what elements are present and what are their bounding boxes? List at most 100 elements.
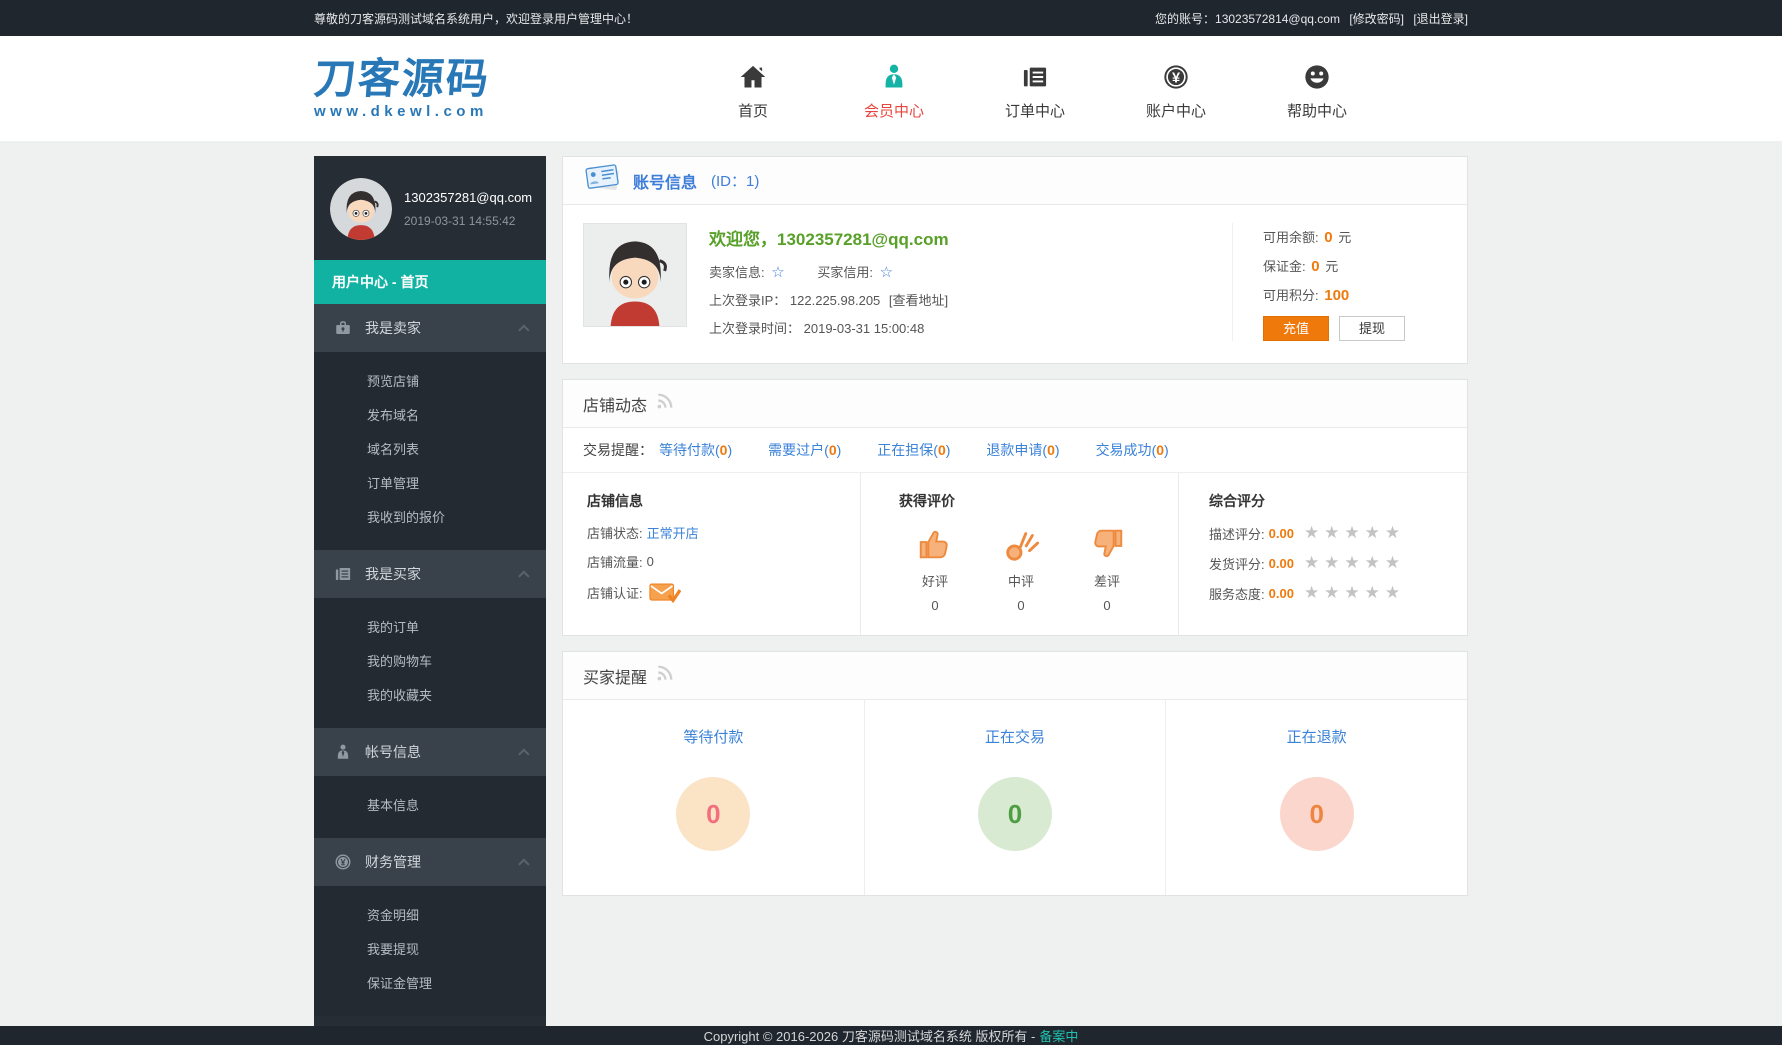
balance-value: 0 bbox=[1324, 229, 1332, 246]
rating-positive: 好评 0 bbox=[899, 523, 971, 613]
trade-reminder-row: 交易提醒： 等待付款(0) 需要过户(0) 正在担保(0) 退款申请(0) 交易… bbox=[563, 428, 1467, 473]
change-password-link[interactable]: [修改密码] bbox=[1349, 12, 1404, 26]
beian-status: 备案中 bbox=[1039, 1026, 1078, 1045]
nav-item-help-center[interactable]: 帮助中心 bbox=[1273, 57, 1361, 121]
reminder-trade-success[interactable]: 交易成功(0) bbox=[1096, 440, 1169, 460]
briefcase-icon bbox=[334, 319, 352, 337]
panel-title-buyer-reminder: 买家提醒 bbox=[583, 664, 647, 688]
orders-icon bbox=[334, 565, 352, 583]
sidebar-item-preview-shop[interactable]: 预览店铺 bbox=[314, 365, 546, 399]
sidebar-login-time: 2019-03-31 14:55:42 bbox=[404, 214, 532, 228]
sidebar-item-domain-list[interactable]: 域名列表 bbox=[314, 433, 546, 467]
account-id: (ID：1) bbox=[711, 170, 759, 191]
awaiting-payment-count: 0 bbox=[676, 777, 750, 851]
reminder-need-transfer[interactable]: 需要过户(0) bbox=[768, 440, 841, 460]
refunding-count: 0 bbox=[1280, 777, 1354, 851]
sidebar-item-basic-info[interactable]: 基本信息 bbox=[314, 789, 546, 823]
sidebar-section-buyer[interactable]: 我是买家 bbox=[314, 550, 546, 598]
main-nav: 首页 会员中心 订单中心 ¥ 账户中心 bbox=[709, 57, 1414, 121]
account-info-panel: 账号信息 (ID：1) bbox=[562, 156, 1468, 364]
shop-activity-panel: 店铺动态 交易提醒： 等待付款(0) 需要过户(0) 正在担保(0) 退款申请(… bbox=[562, 379, 1468, 636]
reminder-refund-request[interactable]: 退款申请(0) bbox=[986, 440, 1059, 460]
ratings-title: 获得评价 bbox=[899, 491, 1178, 511]
score-shipping-value: 0.00 bbox=[1269, 556, 1294, 571]
score-service: 服务态度: 0.00 ★★★★★ bbox=[1209, 583, 1467, 603]
points-line: 可用积分: 100 bbox=[1263, 285, 1447, 304]
thumb-down-icon bbox=[1071, 523, 1143, 565]
ratings-column: 获得评价 好评 0 bbox=[861, 473, 1179, 635]
sidebar-item-order-manage[interactable]: 订单管理 bbox=[314, 467, 546, 501]
view-address-link[interactable]: [查看地址] bbox=[889, 293, 948, 308]
sidebar-group-account-info: 基本信息 bbox=[314, 776, 546, 838]
deposit-value: 0 bbox=[1311, 258, 1319, 275]
scores-column: 综合评分 描述评分: 0.00 ★★★★★ 发货评分: 0.00 ★★★★★ bbox=[1179, 473, 1467, 635]
rating-positive-count: 0 bbox=[899, 598, 971, 613]
awaiting-payment-link[interactable]: 等待付款 bbox=[563, 726, 864, 747]
shop-status-link[interactable]: 正常开店 bbox=[647, 523, 699, 542]
trading-link[interactable]: 正在交易 bbox=[865, 726, 1166, 747]
user-icon bbox=[334, 743, 352, 761]
last-login-ip: 122.225.98.205 bbox=[790, 293, 880, 308]
score-shipping: 发货评分: 0.00 ★★★★★ bbox=[1209, 553, 1467, 573]
sidebar-section-account-info[interactable]: 帐号信息 bbox=[314, 728, 546, 776]
header: 刀客源码 www.dkewl.com 首页 会员中心 订单中心 bbox=[0, 36, 1782, 141]
id-card-icon bbox=[583, 163, 621, 198]
topbar: 尊敬的刀客源码测试域名系统用户，欢迎登录用户管理中心！ 您的账号：1302357… bbox=[0, 0, 1782, 36]
sidebar-item-deposit-manage[interactable]: 保证金管理 bbox=[314, 967, 546, 1001]
star-rating-icons: ★★★★★ bbox=[1304, 553, 1405, 573]
rss-icon bbox=[655, 663, 675, 688]
sidebar-section-seller[interactable]: 我是卖家 bbox=[314, 304, 546, 352]
reminder-in-escrow[interactable]: 正在担保(0) bbox=[877, 440, 950, 460]
logo[interactable]: 刀客源码 www.dkewl.com bbox=[314, 57, 614, 120]
shop-info-column: 店铺信息 店铺状态: 正常开店 店铺流量: 0 店铺认证: bbox=[563, 473, 861, 635]
star-rating-icons: ★★★★★ bbox=[1304, 583, 1405, 603]
shop-traffic-value: 0 bbox=[647, 554, 654, 569]
recharge-button[interactable]: 充值 bbox=[1263, 316, 1329, 341]
topbar-welcome-text: 尊敬的刀客源码测试域名系统用户，欢迎登录用户管理中心！ bbox=[314, 10, 638, 27]
svg-text:¥: ¥ bbox=[340, 857, 345, 867]
orders-icon bbox=[991, 57, 1079, 91]
rating-negative-count: 0 bbox=[1071, 598, 1143, 613]
thumb-up-icon bbox=[899, 523, 971, 565]
svg-text:¥: ¥ bbox=[1172, 70, 1181, 86]
sidebar-item-fund-details[interactable]: 资金明细 bbox=[314, 899, 546, 933]
sidebar-section-finance[interactable]: ¥ 财务管理 bbox=[314, 838, 546, 886]
nav-item-order-center[interactable]: 订单中心 bbox=[991, 57, 1079, 121]
rating-negative: 差评 0 bbox=[1071, 523, 1143, 613]
sidebar-item-my-orders[interactable]: 我的订单 bbox=[314, 611, 546, 645]
shop-traffic-line: 店铺流量: 0 bbox=[587, 552, 860, 571]
nav-item-account-center[interactable]: ¥ 账户中心 bbox=[1132, 57, 1220, 121]
welcome-text: 欢迎您，1302357281@qq.com bbox=[709, 225, 1232, 250]
sidebar-item-my-favorites[interactable]: 我的收藏夹 bbox=[314, 679, 546, 713]
ok-hand-icon bbox=[985, 523, 1057, 565]
page: 1302357281@qq.com 2019-03-31 14:55:42 用户… bbox=[0, 141, 1782, 1026]
sidebar-item-received-offers[interactable]: 我收到的报价 bbox=[314, 501, 546, 535]
account-stats: 可用余额: 0 元 保证金: 0 元 可用积分: 100 bbox=[1232, 223, 1447, 341]
buyer-reminder-panel: 买家提醒 等待付款 0 正在交易 0 正在退款 bbox=[562, 651, 1468, 896]
reminder-awaiting-payment[interactable]: 等待付款(0) bbox=[659, 440, 732, 460]
sidebar-current-page: 用户中心 - 首页 bbox=[314, 260, 546, 304]
rating-neutral-count: 0 bbox=[985, 598, 1057, 613]
sidebar-group-buyer: 我的订单 我的购物车 我的收藏夹 bbox=[314, 598, 546, 728]
refunding-link[interactable]: 正在退款 bbox=[1166, 726, 1467, 747]
avatar bbox=[330, 178, 392, 240]
sidebar-item-publish-domain[interactable]: 发布域名 bbox=[314, 399, 546, 433]
last-login-ip-line: 上次登录IP： 122.225.98.205 [查看地址] bbox=[709, 290, 1232, 309]
logout-link[interactable]: [退出登录] bbox=[1413, 12, 1468, 26]
star-rating-icons: ★★★★★ bbox=[1304, 523, 1405, 543]
rss-icon bbox=[655, 391, 675, 416]
buyer-star-icon: ☆ bbox=[880, 264, 893, 281]
sidebar-item-my-cart[interactable]: 我的购物车 bbox=[314, 645, 546, 679]
buyer-cell-trading: 正在交易 0 bbox=[865, 700, 1167, 895]
account-icon: ¥ bbox=[1132, 57, 1220, 91]
score-description-value: 0.00 bbox=[1269, 526, 1294, 541]
buyer-cell-refunding: 正在退款 0 bbox=[1166, 700, 1467, 895]
nav-item-member-center[interactable]: 会员中心 bbox=[850, 57, 938, 121]
withdraw-button[interactable]: 提现 bbox=[1339, 316, 1405, 341]
finance-icon: ¥ bbox=[334, 853, 352, 871]
trade-reminder-label: 交易提醒： bbox=[583, 440, 653, 460]
shop-status-line: 店铺状态: 正常开店 bbox=[587, 523, 860, 542]
sidebar-group-seller: 预览店铺 发布域名 域名列表 订单管理 我收到的报价 bbox=[314, 352, 546, 550]
sidebar-item-withdraw[interactable]: 我要提现 bbox=[314, 933, 546, 967]
nav-item-home[interactable]: 首页 bbox=[709, 57, 797, 121]
